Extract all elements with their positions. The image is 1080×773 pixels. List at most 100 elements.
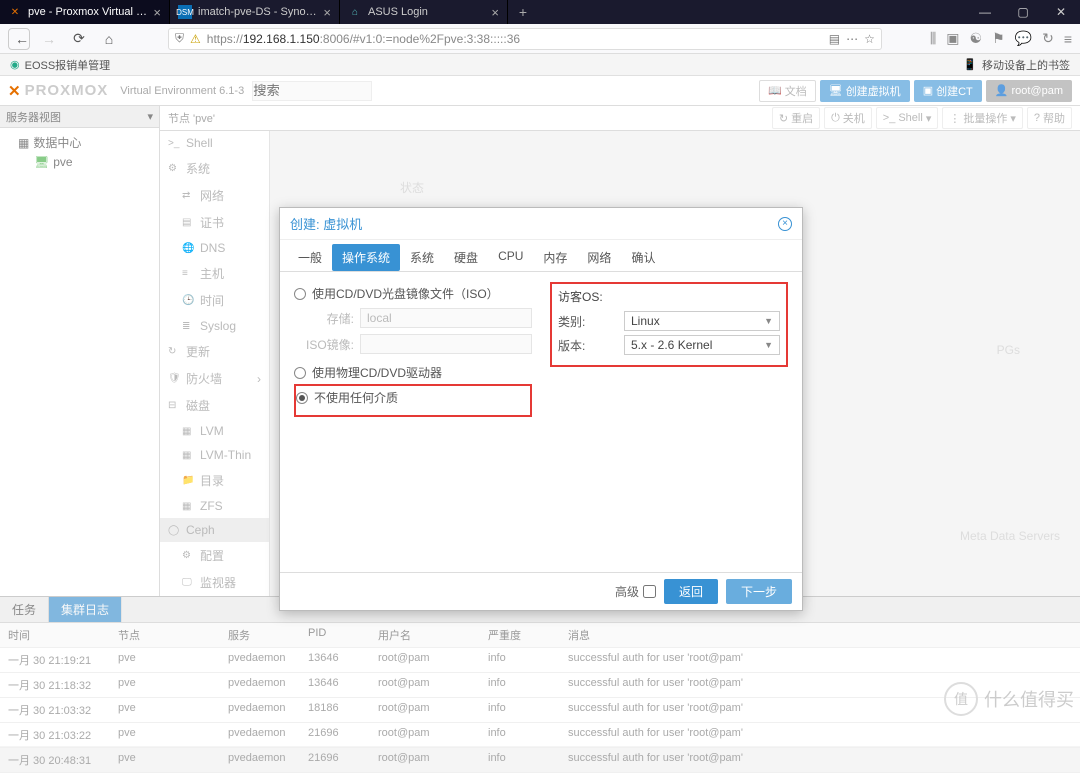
radio-iso[interactable]: 使用CD/DVD光盘镜像文件（ISO） xyxy=(294,282,532,305)
dialog-tab-5[interactable]: 内存 xyxy=(533,244,577,271)
tab-cluster-log[interactable]: 集群日志 xyxy=(49,597,122,622)
nav-syslog[interactable]: ≣Syslog xyxy=(160,314,269,338)
nav-shell[interactable]: >_>_ ShellShell xyxy=(160,131,269,155)
nav-certs[interactable]: ▤证书 xyxy=(160,209,269,236)
user-menu[interactable]: 👤root@pam xyxy=(986,80,1072,102)
mobile-bookmarks[interactable]: 📱 移动设备上的书签 xyxy=(963,57,1070,73)
nav-updates[interactable]: ↻更新 xyxy=(160,338,269,365)
col-message[interactable]: 消息 xyxy=(568,627,1072,643)
reload-button[interactable]: ⟳ xyxy=(68,30,90,47)
nav-dns[interactable]: 🌐DNS xyxy=(160,236,269,260)
more-icon[interactable]: ⋯ xyxy=(846,32,858,46)
shutdown-button[interactable]: ⏻关机 xyxy=(824,107,872,129)
task-row[interactable]: 一月 30 21:18:32pvepvedaemon13646root@pami… xyxy=(0,673,1080,698)
sync-icon[interactable]: ↻ xyxy=(1042,30,1054,47)
url-input[interactable]: ⛨ ⚠ https://192.168.1.150:8006/#v1:0:=no… xyxy=(168,28,882,50)
iso-select[interactable] xyxy=(360,334,532,354)
tab-favicon-proxmox: ✕ xyxy=(8,5,22,19)
watermark-text: 什么值得买 xyxy=(984,686,1074,712)
col-time[interactable]: 时间 xyxy=(8,627,118,643)
dialog-close-button[interactable]: × xyxy=(778,217,792,231)
dialog-tab-3[interactable]: 硬盘 xyxy=(444,244,488,271)
nav-directory[interactable]: 📁目录 xyxy=(160,467,269,494)
nav-hosts[interactable]: ≡主机 xyxy=(160,260,269,287)
chevron-down-icon: ▾ xyxy=(926,112,932,125)
browser-tab-0[interactable]: ✕ pve - Proxmox Virtual Enviro × xyxy=(0,0,170,24)
col-user[interactable]: 用户名 xyxy=(378,627,488,643)
advanced-checkbox[interactable] xyxy=(643,585,656,598)
advanced-toggle[interactable]: 高级 xyxy=(615,583,656,600)
nav-time[interactable]: 🕒时间 xyxy=(160,287,269,314)
nav-forward-button[interactable]: → xyxy=(38,31,60,47)
col-severity[interactable]: 严重度 xyxy=(488,627,568,643)
dialog-tab-4[interactable]: CPU xyxy=(488,244,533,271)
chat-icon[interactable]: 💬 xyxy=(1015,30,1032,47)
radio-physical[interactable]: 使用物理CD/DVD驱动器 xyxy=(294,361,532,384)
dialog-tab-0[interactable]: 一般 xyxy=(288,244,332,271)
lock-warning-icon: ⚠ xyxy=(190,32,201,46)
nav-ceph-monitor[interactable]: 🖵监视器 xyxy=(160,569,269,596)
sidebar-icon[interactable]: ▣ xyxy=(946,30,959,47)
nav-network[interactable]: ⇄网络 xyxy=(160,182,269,209)
create-ct-button[interactable]: ▣创建CT xyxy=(914,80,982,102)
maximize-button[interactable]: ▢ xyxy=(1004,0,1042,24)
create-vm-button[interactable]: 🖥创建虚拟机 xyxy=(820,80,910,102)
nav-firewall[interactable]: 🛡防火墙› xyxy=(160,365,269,392)
nav-zfs[interactable]: ▦ZFS xyxy=(160,494,269,518)
col-service[interactable]: 服务 xyxy=(228,627,308,643)
next-button[interactable]: 下一步 xyxy=(726,579,792,604)
browser-tab-2[interactable]: ⌂ ASUS Login × xyxy=(340,0,508,24)
close-icon[interactable]: × xyxy=(153,5,161,20)
tab-tasks[interactable]: 任务 xyxy=(0,597,49,622)
shell-button[interactable]: >_Shell ▾ xyxy=(876,107,939,129)
close-icon[interactable]: × xyxy=(491,5,499,20)
browser-tab-1[interactable]: DSM imatch-pve-DS - Synology D × xyxy=(170,0,340,24)
nav-system[interactable]: ⚙系统 xyxy=(160,155,269,182)
extension-icon[interactable]: ☯ xyxy=(970,30,983,47)
radio-no-media[interactable]: 不使用任何介质 xyxy=(296,386,500,409)
back-button[interactable]: 返回 xyxy=(664,579,718,604)
minimize-button[interactable]: — xyxy=(966,0,1004,24)
global-search-input[interactable] xyxy=(252,81,372,101)
library-icon[interactable]: ⫼ xyxy=(930,30,936,47)
close-icon[interactable]: × xyxy=(323,5,331,20)
dialog-tab-6[interactable]: 网络 xyxy=(577,244,621,271)
docs-button[interactable]: 📖文档 xyxy=(759,80,816,102)
bookmark-item[interactable]: ◉ EOSS报销单管理 xyxy=(10,57,110,73)
bookmark-bar: ◉ EOSS报销单管理 📱 移动设备上的书签 xyxy=(0,54,1080,76)
bookmark-star-icon[interactable]: ☆ xyxy=(864,32,875,46)
nav-disks[interactable]: ⊟磁盘 xyxy=(160,392,269,419)
dialog-tab-7[interactable]: 确认 xyxy=(621,244,665,271)
storage-select[interactable]: local xyxy=(360,308,532,328)
tab-favicon-synology: DSM xyxy=(178,5,192,19)
col-pid[interactable]: PID xyxy=(308,627,378,643)
new-tab-button[interactable]: + xyxy=(508,0,538,24)
tree-datacenter[interactable]: ▦数据中心 xyxy=(6,132,153,153)
extension-icon-2[interactable]: ⚑ xyxy=(992,30,1005,47)
restart-button[interactable]: ↻重启 xyxy=(772,107,820,129)
dialog-tab-1[interactable]: 操作系统 xyxy=(332,244,400,271)
nav-lvm[interactable]: ▦LVM xyxy=(160,419,269,443)
nav-ceph-config[interactable]: ⚙配置 xyxy=(160,542,269,569)
bulk-button[interactable]: ⋮批量操作 ▾ xyxy=(942,107,1023,129)
guest-version-select[interactable]: 5.x - 2.6 Kernel▼ xyxy=(624,335,780,355)
close-window-button[interactable]: ✕ xyxy=(1042,0,1080,24)
dialog-title-bar[interactable]: 创建: 虚拟机 × xyxy=(280,208,802,240)
nav-ceph[interactable]: ◯Ceph xyxy=(160,518,269,542)
guest-type-select[interactable]: Linux▼ xyxy=(624,311,780,331)
task-row[interactable]: 一月 30 21:19:21pvepvedaemon13646root@pami… xyxy=(0,648,1080,673)
tree-view-selector[interactable]: 服务器视图 ▾ xyxy=(0,106,159,128)
nav-lvm-thin[interactable]: ▦LVM-Thin xyxy=(160,443,269,467)
nav-back-button[interactable]: ← xyxy=(8,28,30,50)
field-storage: 存储:local xyxy=(294,305,532,331)
dialog-tab-2[interactable]: 系统 xyxy=(400,244,444,271)
task-row[interactable]: 一月 30 21:03:32pvepvedaemon18186root@pami… xyxy=(0,698,1080,723)
tree-node-pve[interactable]: 🖥pve xyxy=(6,153,153,171)
help-button[interactable]: ?帮助 xyxy=(1027,107,1072,129)
menu-icon[interactable]: ≡ xyxy=(1064,31,1072,47)
home-button[interactable]: ⌂ xyxy=(98,31,120,47)
reader-icon[interactable]: ▤ xyxy=(829,32,840,46)
task-row[interactable]: 一月 30 20:48:31pvepvedaemon21696root@pami… xyxy=(0,748,1080,773)
col-node[interactable]: 节点 xyxy=(118,627,228,643)
task-row[interactable]: 一月 30 21:03:22pvepvedaemon21696root@pami… xyxy=(0,723,1080,748)
